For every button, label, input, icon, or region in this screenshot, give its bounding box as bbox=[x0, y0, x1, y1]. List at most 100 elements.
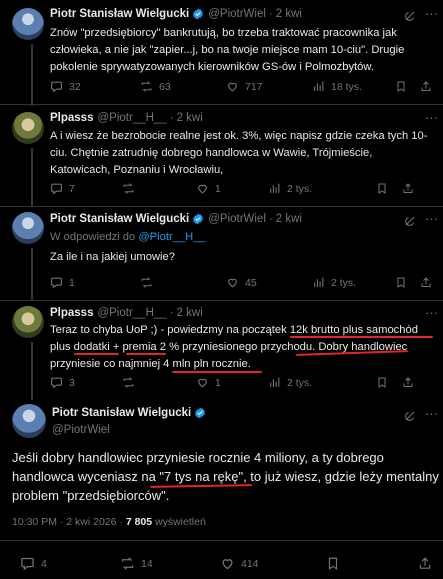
like-count: 1 bbox=[215, 182, 221, 195]
dot-separator: · bbox=[169, 112, 174, 124]
tweet-time[interactable]: 2 kwi bbox=[276, 8, 302, 20]
main-tweet-line: problem "przedsiębiorców". bbox=[12, 488, 170, 503]
tweet-meta: 10:30 PM · 2 kwi 2026 · 7 805 wyświetleń bbox=[12, 516, 206, 528]
repost-button[interactable] bbox=[122, 376, 135, 389]
share-icon[interactable] bbox=[402, 376, 414, 389]
tweet-time[interactable]: 2 kwi bbox=[177, 307, 203, 319]
views-count: 2 tys. bbox=[287, 182, 313, 195]
avatar[interactable] bbox=[12, 306, 44, 338]
views-count: 18 tys. bbox=[331, 80, 362, 93]
grok-icon[interactable] bbox=[404, 410, 416, 422]
like-button[interactable]: 45 bbox=[226, 276, 257, 289]
reply-count: 1 bbox=[69, 276, 75, 289]
red-underline bbox=[74, 353, 119, 355]
divider bbox=[0, 300, 443, 301]
more-icon[interactable]: ··· bbox=[425, 6, 438, 21]
views-count: 2 tys. bbox=[287, 376, 313, 389]
views-icon bbox=[270, 183, 280, 193]
main-text-fragment: , to już wiesz, gdzie leży mentalny bbox=[243, 469, 439, 484]
tweet-time[interactable]: 2 kwi bbox=[177, 112, 203, 124]
author-name[interactable]: Piotr Stanisław Wielgucki bbox=[50, 213, 189, 225]
red-underline bbox=[290, 336, 433, 338]
reply-context-label: W odpowiedzi do bbox=[50, 231, 136, 243]
like-button[interactable]: 1 bbox=[196, 376, 221, 389]
share-icon[interactable] bbox=[420, 276, 432, 289]
reply-count: 4 bbox=[41, 557, 47, 570]
heart-icon bbox=[198, 378, 207, 388]
tweet-text: Za ile i na jakiej umowie? bbox=[50, 251, 175, 263]
grok-icon[interactable] bbox=[404, 10, 416, 22]
views-button[interactable]: 2 tys. bbox=[268, 376, 312, 389]
repost-button[interactable] bbox=[122, 182, 135, 195]
reply-icon bbox=[51, 377, 62, 389]
share-icon[interactable] bbox=[420, 80, 432, 93]
author-name[interactable]: Plpasss bbox=[50, 112, 93, 124]
bookmark-icon[interactable] bbox=[395, 80, 407, 93]
heart-icon bbox=[228, 278, 237, 288]
tweet-header: Piotr Stanisław Wielgucki bbox=[52, 407, 206, 419]
reply-icon bbox=[51, 277, 62, 289]
views-total: 7 805 bbox=[125, 516, 153, 528]
quoted-salary: "7 tys na rękę" bbox=[159, 469, 244, 484]
thread-line bbox=[31, 342, 33, 400]
author-handle[interactable]: @Piotr__H__ bbox=[97, 307, 166, 319]
reply-button[interactable]: 1 bbox=[50, 276, 75, 289]
bookmark-icon[interactable] bbox=[395, 276, 407, 289]
repost-button[interactable] bbox=[140, 276, 153, 289]
author-handle[interactable]: @PiotrWiel bbox=[208, 8, 266, 20]
views-label: wyświetleń bbox=[152, 516, 206, 528]
repost-icon bbox=[141, 277, 152, 288]
like-button[interactable]: 717 bbox=[226, 80, 263, 93]
author-name[interactable]: Plpasss bbox=[50, 307, 93, 319]
verified-badge-icon bbox=[193, 213, 204, 225]
reply-button[interactable]: 3 bbox=[50, 376, 75, 389]
share-icon[interactable] bbox=[418, 556, 432, 571]
main-text-fragment: handlowca wyceniasz na bbox=[12, 469, 160, 484]
bookmark-icon[interactable] bbox=[376, 376, 388, 389]
repost-button[interactable]: 14 bbox=[120, 556, 153, 571]
more-icon[interactable]: ··· bbox=[425, 211, 438, 226]
author-name[interactable]: Piotr Stanisław Wielgucki bbox=[50, 8, 189, 20]
repost-icon bbox=[123, 377, 134, 388]
author-handle[interactable]: @PiotrWiel bbox=[52, 424, 110, 436]
tweet-text: Znów "przedsiębiorcy" bankrutują, bo trz… bbox=[50, 27, 405, 73]
more-icon[interactable]: ··· bbox=[425, 305, 438, 320]
author-handle[interactable]: @PiotrWiel bbox=[208, 213, 266, 225]
reply-button[interactable]: 4 bbox=[20, 556, 47, 571]
reply-count: 3 bbox=[69, 376, 75, 389]
more-icon[interactable]: ··· bbox=[425, 110, 438, 125]
tweet-timestamp[interactable]: 10:30 PM · 2 kwi 2026 · bbox=[12, 516, 126, 528]
repost-button[interactable]: 63 bbox=[140, 80, 171, 93]
grok-icon[interactable] bbox=[404, 215, 416, 227]
share-icon[interactable] bbox=[402, 182, 414, 195]
thread-line bbox=[31, 148, 33, 206]
reply-button[interactable]: 32 bbox=[50, 80, 81, 93]
repost-icon bbox=[141, 81, 152, 92]
heart-icon bbox=[228, 82, 237, 92]
avatar[interactable] bbox=[12, 404, 46, 438]
like-button[interactable]: 414 bbox=[220, 556, 259, 571]
like-count: 414 bbox=[241, 557, 259, 570]
avatar[interactable] bbox=[12, 212, 44, 244]
views-icon bbox=[270, 377, 280, 387]
reply-button[interactable]: 7 bbox=[50, 182, 75, 195]
main-tweet-line: Jeśli dobry handlowiec przyniesie roczni… bbox=[12, 450, 384, 465]
bookmark-icon[interactable] bbox=[376, 182, 388, 195]
avatar[interactable] bbox=[12, 8, 44, 40]
author-handle[interactable]: @Piotr__H__ bbox=[97, 112, 166, 124]
reply-count: 32 bbox=[69, 80, 81, 93]
reply-context: W odpowiedzi do @Piotr__H__ bbox=[50, 231, 206, 243]
like-button[interactable]: 1 bbox=[196, 182, 221, 195]
thread-line bbox=[31, 44, 33, 106]
views-button[interactable]: 2 tys. bbox=[268, 182, 312, 195]
reply-to-link[interactable]: @Piotr__H__ bbox=[138, 231, 205, 243]
views-button[interactable]: 2 tys. bbox=[312, 276, 356, 289]
author-name[interactable]: Piotr Stanisław Wielgucki bbox=[52, 407, 191, 419]
dot-separator: · bbox=[268, 8, 273, 20]
more-icon[interactable]: ··· bbox=[425, 406, 438, 421]
avatar[interactable] bbox=[12, 112, 44, 144]
views-button[interactable]: 18 tys. bbox=[312, 80, 362, 93]
bookmark-icon[interactable] bbox=[326, 556, 340, 571]
tweet-time[interactable]: 2 kwi bbox=[276, 213, 302, 225]
verified-badge-icon bbox=[193, 8, 204, 20]
